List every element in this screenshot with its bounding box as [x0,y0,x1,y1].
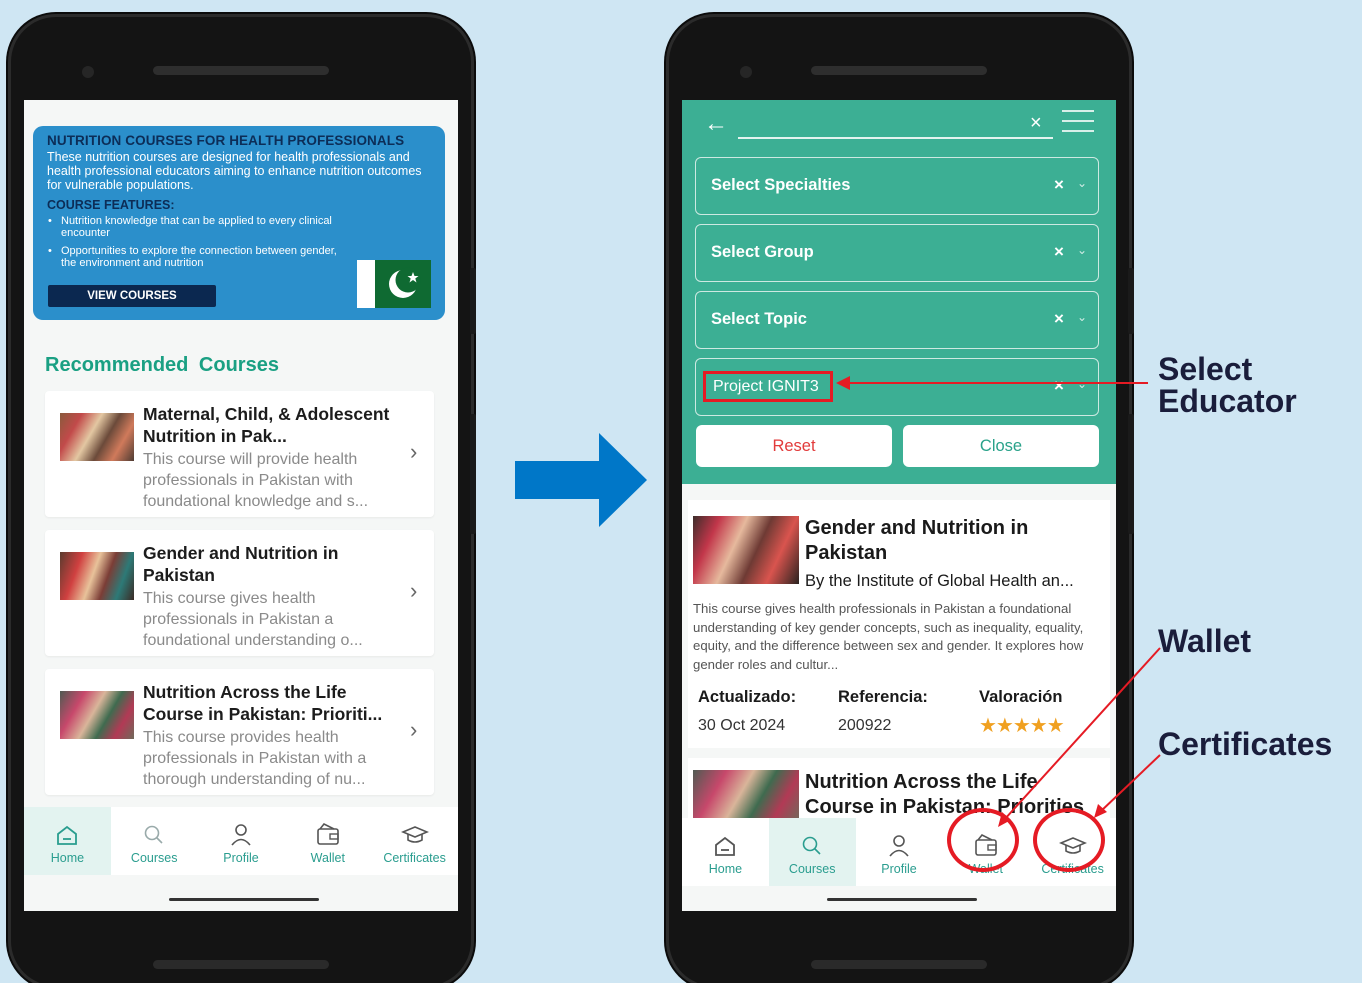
wallet-annotation: Wallet [1158,623,1252,659]
educator-pointer-arrowhead [836,376,850,390]
select-educator-annotation: Select Educator [1158,351,1297,419]
certificates-annotation: Certificates [1158,726,1333,762]
certificates-pointer-line [1099,754,1161,813]
wallet-pointer-line [1003,647,1161,821]
annotation-lines [836,376,1161,827]
